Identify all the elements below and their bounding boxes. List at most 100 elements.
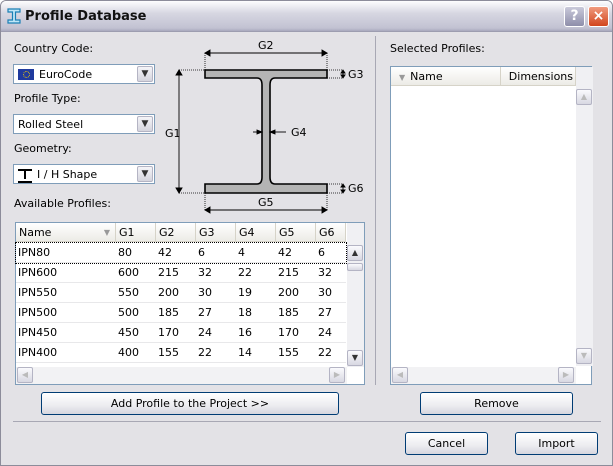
i-beam-diagram: G1 G2 G3 G4 G5 G6 xyxy=(165,39,364,214)
table-cell: 24 xyxy=(318,326,332,339)
table-row[interactable]: IPN500 500 185 27 18 185 27 xyxy=(16,303,346,323)
table-cell: 24 xyxy=(198,326,212,339)
table-cell: 22 xyxy=(318,346,332,359)
table-row[interactable]: IPN550 550 200 30 19 200 30 xyxy=(16,283,346,303)
table-cell: 42 xyxy=(158,246,172,259)
scroll-down-icon[interactable]: ▼ xyxy=(347,350,363,366)
table-cell: IPN400 xyxy=(18,346,58,359)
table-cell: 22 xyxy=(238,266,252,279)
table-cell: 22 xyxy=(198,346,212,359)
table-cell: 27 xyxy=(318,306,332,319)
cancel-button[interactable]: Cancel xyxy=(405,432,488,455)
column-header-name[interactable]: ▼ Name xyxy=(391,67,501,86)
column-label: G4 xyxy=(239,226,255,239)
column-label: G2 xyxy=(159,226,175,239)
table-cell: 200 xyxy=(158,286,179,299)
scroll-up-icon[interactable]: ▲ xyxy=(576,89,592,105)
scroll-right-icon[interactable]: ▶ xyxy=(558,367,574,383)
column-label: G5 xyxy=(279,226,295,239)
remove-button[interactable]: Remove xyxy=(420,392,573,415)
column-header-name[interactable]: Name ▼ xyxy=(16,223,116,242)
table-cell: 200 xyxy=(278,286,299,299)
scroll-left-icon[interactable]: ◀ xyxy=(17,367,33,383)
scroll-left-icon[interactable]: ◀ xyxy=(392,367,408,383)
column-header-g3[interactable]: G3 xyxy=(196,223,236,242)
horizontal-scrollbar[interactable]: ◀ ▶ xyxy=(16,367,347,384)
vertical-scrollbar[interactable]: ▲ ▼ xyxy=(347,223,364,367)
vertical-scrollbar[interactable]: ▲ ▼ xyxy=(576,67,593,366)
table-cell: 30 xyxy=(198,286,212,299)
table-cell: 450 xyxy=(118,326,139,339)
table-cell: 185 xyxy=(278,306,299,319)
table-cell: IPN600 xyxy=(18,266,58,279)
selected-profiles-list: ▼ Name Dimensions ▲ ▼ ◀ ▶ xyxy=(390,66,593,385)
g5-label: G5 xyxy=(258,196,274,209)
table-row[interactable]: IPN450 450 170 24 16 170 24 xyxy=(16,323,346,343)
table-row[interactable]: IPN400 400 155 22 14 155 22 xyxy=(16,343,346,363)
table-cell: 600 xyxy=(118,266,139,279)
column-header-g6[interactable]: G6 xyxy=(316,223,346,242)
scroll-up-icon[interactable]: ▲ xyxy=(347,245,363,261)
help-button[interactable]: ? xyxy=(564,6,585,27)
column-label: Name xyxy=(19,226,52,239)
column-label: G3 xyxy=(199,226,215,239)
table-cell: 185 xyxy=(158,306,179,319)
close-button[interactable]: × xyxy=(588,6,609,27)
profile-database-dialog: Profile Database ? × Country Code: EuroC… xyxy=(0,0,613,466)
table-row[interactable]: IPN600 600 215 32 22 215 32 xyxy=(16,263,346,283)
scroll-down-icon[interactable]: ▼ xyxy=(576,348,592,364)
table-cell: 6 xyxy=(198,246,205,259)
add-profile-button[interactable]: Add Profile to the Project >> xyxy=(41,392,339,415)
horizontal-divider xyxy=(13,421,601,422)
table-cell: 155 xyxy=(158,346,179,359)
table-cell: 170 xyxy=(158,326,179,339)
column-header-g1[interactable]: G1 xyxy=(116,223,156,242)
table-cell: IPN500 xyxy=(18,306,58,319)
selected-list-header: ▼ Name Dimensions xyxy=(391,67,576,86)
g3-label: G3 xyxy=(348,68,364,81)
table-cell: 155 xyxy=(278,346,299,359)
vertical-divider xyxy=(375,36,376,385)
column-label: G6 xyxy=(319,226,335,239)
table-cell: 500 xyxy=(118,306,139,319)
table-cell: 215 xyxy=(278,266,299,279)
table-header: Name ▼ G1 G2 G3 G4 G5 G6 xyxy=(16,223,346,242)
column-header-g2[interactable]: G2 xyxy=(156,223,196,242)
table-cell: 6 xyxy=(318,246,325,259)
table-cell: 32 xyxy=(198,266,212,279)
table-cell: 27 xyxy=(198,306,212,319)
table-cell: 14 xyxy=(238,346,252,359)
table-cell: 16 xyxy=(238,326,252,339)
table-cell: 215 xyxy=(158,266,179,279)
table-cell: 18 xyxy=(238,306,252,319)
table-cell: 80 xyxy=(118,246,132,259)
table-cell: 19 xyxy=(238,286,252,299)
sort-arrow-icon: ▼ xyxy=(103,228,110,237)
horizontal-scrollbar[interactable]: ◀ ▶ xyxy=(391,367,576,384)
table-cell: 32 xyxy=(318,266,332,279)
table-cell: 4 xyxy=(238,246,245,259)
available-profiles-label: Available Profiles: xyxy=(14,197,111,210)
table-cell: IPN550 xyxy=(18,286,58,299)
column-header-g5[interactable]: G5 xyxy=(276,223,316,242)
g1-label: G1 xyxy=(165,127,181,140)
scroll-right-icon[interactable]: ▶ xyxy=(329,367,345,383)
g2-label: G2 xyxy=(258,39,274,52)
import-button[interactable]: Import xyxy=(515,432,598,455)
g6-label: G6 xyxy=(348,182,364,195)
available-profiles-table: Name ▼ G1 G2 G3 G4 G5 G6 IPN80 80 42 6 4 42 6 IPN600 60… xyxy=(15,222,365,385)
table-cell: 170 xyxy=(278,326,299,339)
g4-label: G4 xyxy=(291,126,307,139)
column-name-label: Name xyxy=(410,70,443,83)
selected-profiles-label: Selected Profiles: xyxy=(390,42,485,55)
column-header-g4[interactable]: G4 xyxy=(236,223,276,242)
column-label: G1 xyxy=(119,226,135,239)
table-cell: 400 xyxy=(118,346,139,359)
table-cell: IPN80 xyxy=(18,246,51,259)
table-cell: IPN450 xyxy=(18,326,58,339)
column-header-dimensions[interactable]: Dimensions xyxy=(501,67,576,86)
table-cell: 550 xyxy=(118,286,139,299)
table-cell: 42 xyxy=(278,246,292,259)
scroll-thumb[interactable] xyxy=(347,263,363,271)
table-row[interactable]: IPN80 80 42 6 4 42 6 xyxy=(15,242,347,264)
